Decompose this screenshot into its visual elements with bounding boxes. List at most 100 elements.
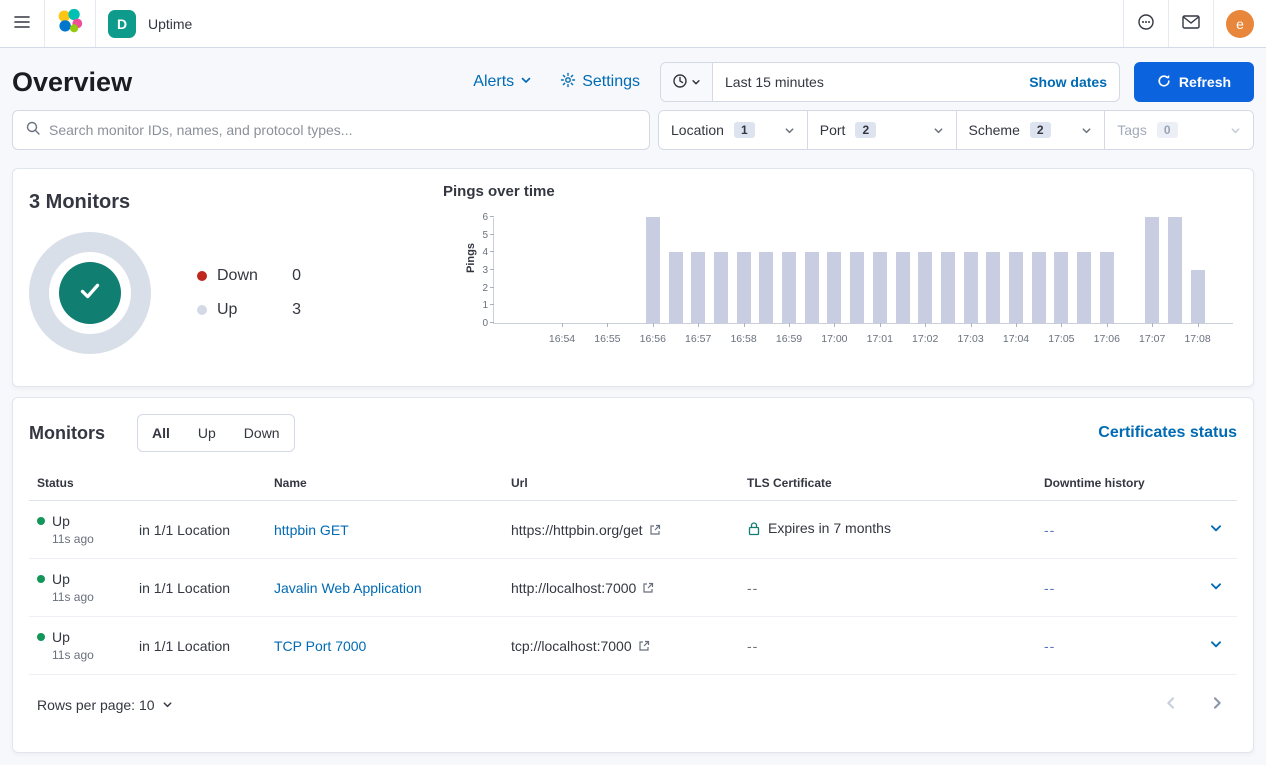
ping-bar — [1145, 217, 1159, 323]
lock-icon — [747, 521, 761, 536]
pings-plot: 012345616:5416:5516:5616:5716:5816:5917:… — [493, 218, 1233, 324]
filter-bar: Location 1 Port 2 Scheme 2 Tags 0 — [12, 110, 1254, 150]
expand-row-button[interactable] — [1204, 518, 1228, 542]
ping-bar — [986, 252, 1000, 323]
status-legend: Down 0 Up 3 — [197, 267, 301, 319]
x-tick-mark — [880, 323, 881, 327]
monitor-url-link[interactable]: http://localhost:7000 — [511, 580, 654, 596]
show-dates-button[interactable]: Show dates — [1017, 74, 1119, 90]
expand-row-button[interactable] — [1204, 634, 1228, 658]
alerts-dropdown-button[interactable]: Alerts — [473, 73, 532, 91]
certificates-status-link[interactable]: Certificates status — [1098, 424, 1237, 442]
col-header-url: Url — [503, 466, 739, 501]
downtime-history: -- — [1044, 522, 1055, 538]
filter-location[interactable]: Location 1 — [659, 111, 807, 149]
tls-certificate: -- — [747, 638, 758, 654]
table-footer: Rows per page: 10 — [29, 675, 1237, 720]
ping-bar — [669, 252, 683, 323]
x-tick-mark — [562, 323, 563, 327]
tls-certificate: Expires in 7 months — [747, 520, 891, 536]
filter-scheme[interactable]: Scheme 2 — [956, 111, 1105, 149]
external-link-icon — [642, 582, 654, 594]
x-tick-mark — [789, 323, 790, 327]
up-status-dot — [37, 517, 45, 525]
snapshot-summary: 3 Monitors Down 0 — [13, 169, 433, 386]
y-tick-label: 6 — [466, 212, 488, 223]
external-link-icon — [649, 524, 661, 536]
up-dot-icon — [197, 305, 207, 315]
chevron-down-icon — [1209, 579, 1223, 596]
assistant-button[interactable] — [1124, 0, 1168, 47]
menu-button[interactable] — [0, 0, 44, 47]
monitor-name-link[interactable]: TCP Port 7000 — [274, 638, 366, 654]
down-dot-icon — [197, 271, 207, 281]
refresh-button[interactable]: Refresh — [1134, 62, 1254, 102]
user-avatar[interactable]: e — [1226, 10, 1254, 38]
x-tick-mark — [925, 323, 926, 327]
expand-row-button[interactable] — [1204, 576, 1228, 600]
rows-per-page-label: Rows per page: 10 — [37, 697, 155, 713]
filter-count-badge: 2 — [1030, 122, 1051, 138]
monitor-status: Up — [52, 513, 70, 529]
filter-label: Location — [671, 122, 724, 138]
x-tick-label: 16:59 — [769, 333, 809, 345]
monitor-url-link[interactable]: https://httpbin.org/get — [511, 522, 661, 538]
monitor-url-link[interactable]: tcp://localhost:7000 — [511, 638, 650, 654]
x-tick-label: 17:06 — [1087, 333, 1127, 345]
y-tick-label: 5 — [466, 230, 488, 241]
downtime-history: -- — [1044, 638, 1055, 654]
assistant-icon — [1137, 13, 1155, 34]
time-range-value[interactable]: Last 15 minutes — [713, 74, 1017, 90]
all-up-indicator — [59, 262, 121, 324]
snapshot-panel: 3 Monitors Down 0 — [12, 168, 1254, 387]
monitor-name-link[interactable]: httpbin GET — [274, 522, 349, 538]
col-header-downtime: Downtime history — [1036, 466, 1196, 501]
x-tick-mark — [607, 323, 608, 327]
ping-bar — [1054, 252, 1068, 323]
ping-bar — [827, 252, 841, 323]
breadcrumb[interactable]: Uptime — [148, 16, 192, 32]
monitor-name-link[interactable]: Javalin Web Application — [274, 580, 422, 596]
table-header-row: Status Name Url TLS Certificate Downtime… — [29, 466, 1237, 501]
search-input[interactable] — [49, 122, 637, 138]
check-icon — [74, 275, 106, 312]
settings-label: Settings — [582, 73, 640, 91]
tab-all[interactable]: All — [138, 415, 184, 451]
chevron-down-icon — [691, 75, 701, 90]
col-header-status: Status — [29, 466, 131, 501]
last-check-time: 11s ago — [52, 532, 123, 546]
x-tick-label: 16:55 — [587, 333, 627, 345]
filter-port[interactable]: Port 2 — [807, 111, 956, 149]
ping-bar — [941, 252, 955, 323]
col-header-name: Name — [266, 466, 503, 501]
newsfeed-button[interactable] — [1169, 0, 1213, 47]
monitors-table: Status Name Url TLS Certificate Downtime… — [29, 466, 1237, 675]
tab-down[interactable]: Down — [230, 415, 294, 451]
clock-icon — [672, 73, 688, 92]
ping-bar — [737, 252, 751, 323]
page-title: Overview — [12, 62, 132, 102]
x-tick-mark — [698, 323, 699, 327]
filter-label: Tags — [1117, 122, 1147, 138]
ping-bar — [1100, 252, 1114, 323]
settings-button[interactable]: Settings — [560, 72, 640, 93]
elastic-logo[interactable] — [45, 0, 95, 47]
legend-item-up: Up 3 — [197, 301, 301, 319]
filter-group: Location 1 Port 2 Scheme 2 Tags 0 — [658, 110, 1254, 150]
status-donut-chart — [29, 232, 151, 354]
ping-bar — [782, 252, 796, 323]
rows-per-page-button[interactable]: Rows per page: 10 — [37, 697, 173, 713]
quick-select-button[interactable] — [661, 63, 713, 101]
monitors-panel: Monitors All Up Down Certificates status… — [12, 397, 1254, 753]
time-picker: Last 15 minutes Show dates — [660, 62, 1120, 102]
last-check-time: 11s ago — [52, 590, 123, 604]
next-page-button[interactable] — [1209, 695, 1225, 714]
previous-page-button — [1163, 695, 1179, 714]
monitor-url: tcp://localhost:7000 — [511, 638, 632, 654]
ping-bar — [1168, 217, 1182, 323]
x-tick-label: 16:56 — [633, 333, 673, 345]
y-tick-mark — [490, 287, 494, 288]
search-box — [12, 110, 650, 150]
tab-up[interactable]: Up — [184, 415, 230, 451]
space-badge[interactable]: D — [108, 10, 136, 38]
